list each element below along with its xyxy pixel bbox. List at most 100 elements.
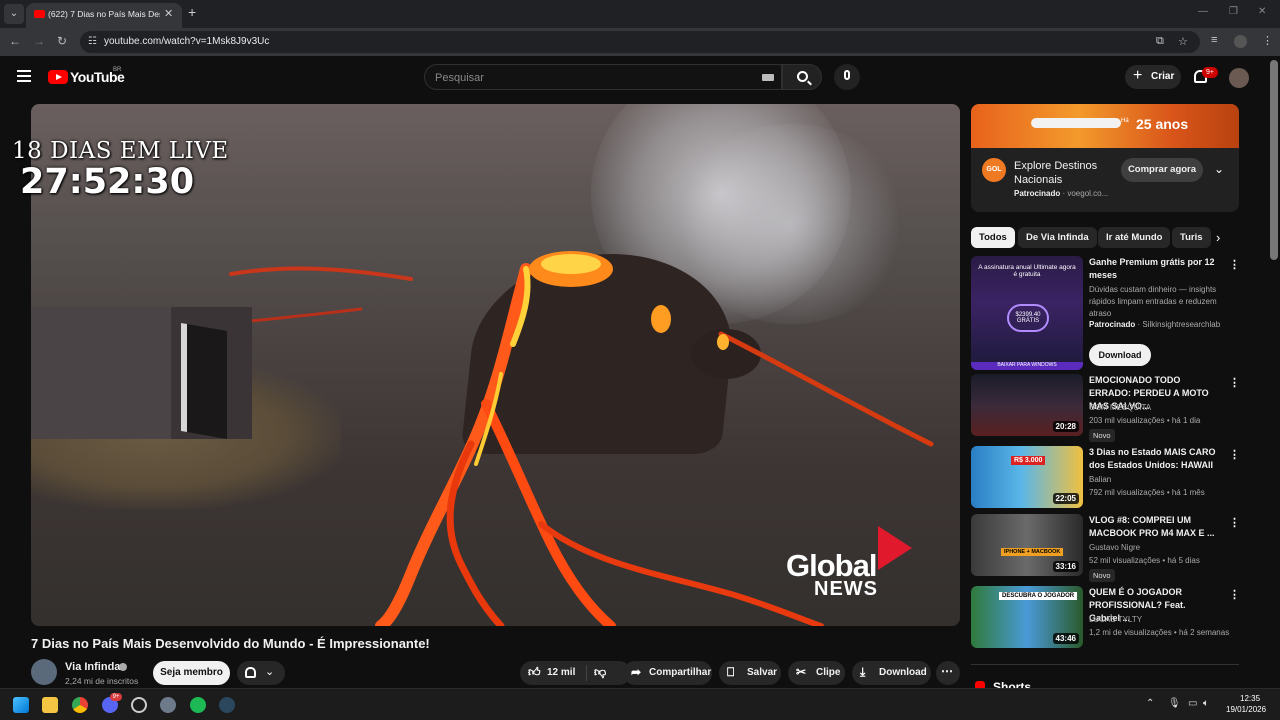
tab-close-icon[interactable]: ✕	[164, 7, 173, 20]
bookmark-star-icon[interactable]: ☆	[1178, 35, 1188, 48]
windows-start-icon[interactable]	[13, 697, 29, 713]
ad-title[interactable]: Explore Destinos Nacionais	[1014, 159, 1124, 187]
more-vertical-icon[interactable]: ⋮	[1229, 376, 1240, 389]
verified-icon	[119, 663, 127, 671]
list-item[interactable]: R$ 3.000 22:05 3 Dias no Estado MAIS CAR…	[971, 446, 1240, 510]
list-item[interactable]: DESCUBRA O JOGADOR 43:46 QUEM É O JOGADO…	[971, 586, 1240, 650]
steam-icon[interactable]	[219, 697, 235, 713]
ad-card[interactable]: Há 25 anos GOL Explore Destinos Nacionai…	[971, 104, 1239, 212]
clip-button[interactable]: ✂ Clipe	[788, 661, 845, 685]
chrome-icon[interactable]	[72, 697, 88, 713]
ad-cta-button[interactable]: Comprar agora	[1121, 158, 1203, 182]
webcam-wall	[31, 307, 171, 439]
search-input[interactable]	[435, 70, 735, 86]
clock-time[interactable]: 12:35	[1240, 694, 1260, 703]
chip-todos[interactable]: Todos	[971, 227, 1015, 248]
share-label: Compartilhar	[649, 667, 712, 678]
file-explorer-icon[interactable]	[42, 697, 58, 713]
keyboard-icon[interactable]	[762, 74, 774, 81]
youtube-favicon-icon	[34, 10, 45, 18]
video-thumbnail[interactable]: 20:28	[971, 374, 1083, 436]
window-close-button[interactable]: ✕	[1258, 6, 1266, 17]
forward-button[interactable]: →	[33, 34, 45, 48]
minimize-button[interactable]: —	[1198, 6, 1208, 17]
channel-name[interactable]: Via Infinda	[65, 661, 120, 673]
reading-list-icon[interactable]: ≡	[1211, 34, 1217, 46]
gol-logo-icon[interactable]: GOL	[982, 158, 1006, 182]
chevron-right-icon[interactable]: ›	[1216, 230, 1220, 245]
subscription-bell-button[interactable]: ⌄	[237, 661, 285, 685]
search-button[interactable]	[782, 64, 822, 90]
recommendation-title[interactable]: 3 Dias no Estado MAIS CARO dos Estados U…	[1089, 446, 1217, 472]
settings-gear-icon[interactable]	[160, 697, 176, 713]
list-item[interactable]: 20:28 EMOCIONADO TODO ERRADO: PERDEU A M…	[971, 374, 1240, 442]
download-button[interactable]: ⤓ Download	[852, 661, 931, 685]
tab-search-button[interactable]: ⌄	[4, 4, 24, 24]
recommendation-channel[interactable]: Balian	[1089, 475, 1111, 484]
recommendation-title[interactable]: VLOG #8: COMPREI UM MACBOOK PRO M4 MAX E…	[1089, 514, 1217, 540]
clock-app-icon[interactable]	[131, 697, 147, 713]
join-member-button[interactable]: Seja membro	[153, 661, 230, 685]
recommendation-channel[interactable]: LUCAS TYLTY	[1089, 615, 1142, 624]
ad-banner[interactable]: Há 25 anos	[971, 104, 1239, 148]
page-scrollbar[interactable]	[1270, 60, 1278, 260]
share-button[interactable]: ➦ Compartilhar	[623, 661, 712, 685]
filter-chips: Todos De Via Infinda Ir até Mundo Turis	[971, 227, 1239, 249]
chip-de-via-infinda[interactable]: De Via Infinda	[1018, 227, 1097, 248]
like-icon[interactable]: 👍︎	[528, 665, 541, 680]
hamburger-menu-icon[interactable]	[17, 70, 31, 82]
create-button[interactable]: + Criar	[1125, 65, 1181, 89]
address-bar[interactable]: ☷ youtube.com/watch?v=1Msk8J9v3Uc ⧉ ☆	[80, 31, 1200, 53]
save-button[interactable]: ⎕ Salvar	[719, 661, 781, 685]
dislike-icon[interactable]: 👎︎	[594, 665, 606, 680]
tray-network-icon[interactable]: ▭	[1188, 698, 1197, 709]
tray-volume-icon[interactable]: 🔈︎	[1203, 698, 1209, 709]
chevron-down-icon[interactable]: ⌄	[1214, 162, 1224, 176]
recommendation-sponsor: Patrocinado · Silkinsightresearchlab	[1089, 320, 1221, 329]
tray-chevron-up-icon[interactable]: ⌃	[1146, 698, 1154, 709]
duration-badge: 22:05	[1052, 493, 1079, 504]
site-info-icon[interactable]: ☷	[88, 36, 97, 47]
video-thumbnail[interactable]: R$ 3.000 22:05	[971, 446, 1083, 508]
list-item[interactable]: A assinatura anual Ultimate agora é grat…	[971, 256, 1240, 370]
video-thumbnail[interactable]: IPHONE + MACBOOK 33:16	[971, 514, 1083, 576]
download-ad-button[interactable]: Download	[1089, 344, 1151, 366]
recommendation-meta: 792 mil visualizações • há 1 mês	[1089, 488, 1205, 497]
browser-tab[interactable]: (622) 7 Dias no País Mais Desenvolvido d…	[26, 3, 182, 28]
more-actions-button[interactable]: ⋯	[936, 661, 960, 685]
video-thumbnail[interactable]: A assinatura anual Ultimate agora é grat…	[971, 256, 1083, 370]
more-vertical-icon[interactable]: ⋮	[1229, 448, 1240, 461]
list-item[interactable]: IPHONE + MACBOOK 33:16 VLOG #8: COMPREI …	[971, 514, 1240, 582]
more-vertical-icon[interactable]: ⋮	[1229, 258, 1240, 271]
reload-button[interactable]: ↻	[57, 34, 67, 48]
recommendation-meta: 52 mil visualizações • há 5 dias	[1089, 556, 1200, 565]
recommendation-title[interactable]: Ganhe Premium grátis por 12 meses	[1089, 256, 1217, 282]
more-vertical-icon[interactable]: ⋮	[1229, 516, 1240, 529]
recommendation-channel[interactable]: GCM MESQUITA	[1089, 403, 1151, 412]
like-count[interactable]: 12 mil	[547, 667, 575, 678]
spotify-icon[interactable]	[190, 697, 206, 713]
user-avatar[interactable]	[1229, 68, 1249, 88]
video-thumbnail[interactable]: DESCUBRA O JOGADOR 43:46	[971, 586, 1083, 648]
clock-date[interactable]: 19/01/2026	[1226, 705, 1266, 714]
airplane-image	[1031, 118, 1121, 128]
maximize-button[interactable]: ❐	[1229, 6, 1238, 17]
search-box[interactable]	[424, 64, 782, 90]
ad-sponsor-line: Patrocinado · voegol.co...	[1014, 189, 1109, 198]
back-button[interactable]: ←	[9, 34, 21, 48]
profile-icon[interactable]	[1234, 35, 1247, 48]
chip-turis[interactable]: Turis	[1172, 227, 1211, 248]
more-vertical-icon[interactable]: ⋮	[1229, 588, 1240, 601]
global-news-chevron-icon	[878, 526, 912, 570]
cast-icon[interactable]: ⧉	[1156, 35, 1164, 48]
tray-microphone-icon[interactable]: 🎙︎	[1168, 698, 1181, 709]
save-label: Salvar	[747, 667, 778, 678]
browser-menu-icon[interactable]: ⋮	[1262, 34, 1273, 47]
thumbnail-price: $2399.40 GRÁTIS	[1007, 304, 1049, 332]
chip-ir-ate-mundo[interactable]: Ir até Mundo	[1098, 227, 1171, 248]
new-tab-button[interactable]: +	[188, 4, 196, 20]
channel-avatar[interactable]	[31, 659, 57, 685]
recommendation-channel[interactable]: Gustavo Nigre	[1089, 543, 1140, 552]
youtube-logo-icon[interactable]	[48, 70, 68, 84]
voice-search-button[interactable]	[834, 64, 860, 90]
